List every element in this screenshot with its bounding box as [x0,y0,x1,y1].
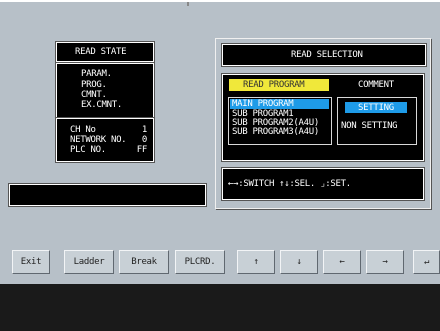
read-state-item-param: PARAM. [81,69,112,79]
key-help-box: ←→:SWITCH ↑↓:SEL. ⌟:SET. [222,168,424,200]
read-state-info-box: CH No 1 NETWORK NO. 0 PLC NO. FF [56,118,154,162]
program-item-main[interactable]: MAIN PROGRAM [232,99,294,109]
read-selection-title-box: READ SELECTION [222,44,426,66]
read-state-item-prog: PROG. [81,80,107,90]
plc-no-value: FF [136,145,148,155]
ch-no-label: CH No [70,125,96,135]
bottom-strip [0,284,440,331]
down-arrow-button[interactable]: ↓ [280,250,318,274]
up-arrow-button[interactable]: ↑ [237,250,275,274]
comment-option-non-setting[interactable]: NON SETTING [341,121,398,131]
ch-no-value: 1 [141,125,147,135]
key-help-text: ←→:SWITCH ↑↓:SEL. ⌟:SET. [228,179,351,189]
right-arrow-button[interactable]: → [366,250,404,274]
ladder-button[interactable]: Ladder [64,250,114,274]
break-button[interactable]: Break [119,250,169,274]
read-program-header: READ PROGRAM [243,80,305,90]
read-state-title-box: READ STATE [56,42,154,62]
read-selection-body: READ PROGRAM COMMENT MAIN PROGRAM SUB PR… [222,74,424,161]
comment-option-setting[interactable]: SETTING [358,103,394,113]
read-selection-title: READ SELECTION [291,50,363,60]
top-tick [187,2,189,6]
comment-header: COMMENT [358,80,394,90]
plc-no-label: PLC NO. [70,145,106,155]
network-no-value: 0 [141,135,147,145]
message-bar [9,184,206,206]
exit-button[interactable]: Exit [12,250,50,274]
plcrd-button[interactable]: PLCRD. [175,250,225,274]
left-arrow-button[interactable]: ← [323,250,361,274]
read-state-title: READ STATE [75,47,127,57]
network-no-label: NETWORK NO. [70,135,127,145]
read-state-item-cmnt: CMNT. [81,90,107,100]
read-state-item-excmnt: EX.CMNT. [81,100,122,110]
got-screen: READ STATE PARAM. PROG. CMNT. EX.CMNT. C… [0,0,440,331]
enter-button[interactable]: ↵ [413,250,440,274]
program-item-sub3[interactable]: SUB PROGRAM3(A4U) [232,127,319,137]
read-state-status-box: PARAM. PROG. CMNT. EX.CMNT. [56,63,154,119]
